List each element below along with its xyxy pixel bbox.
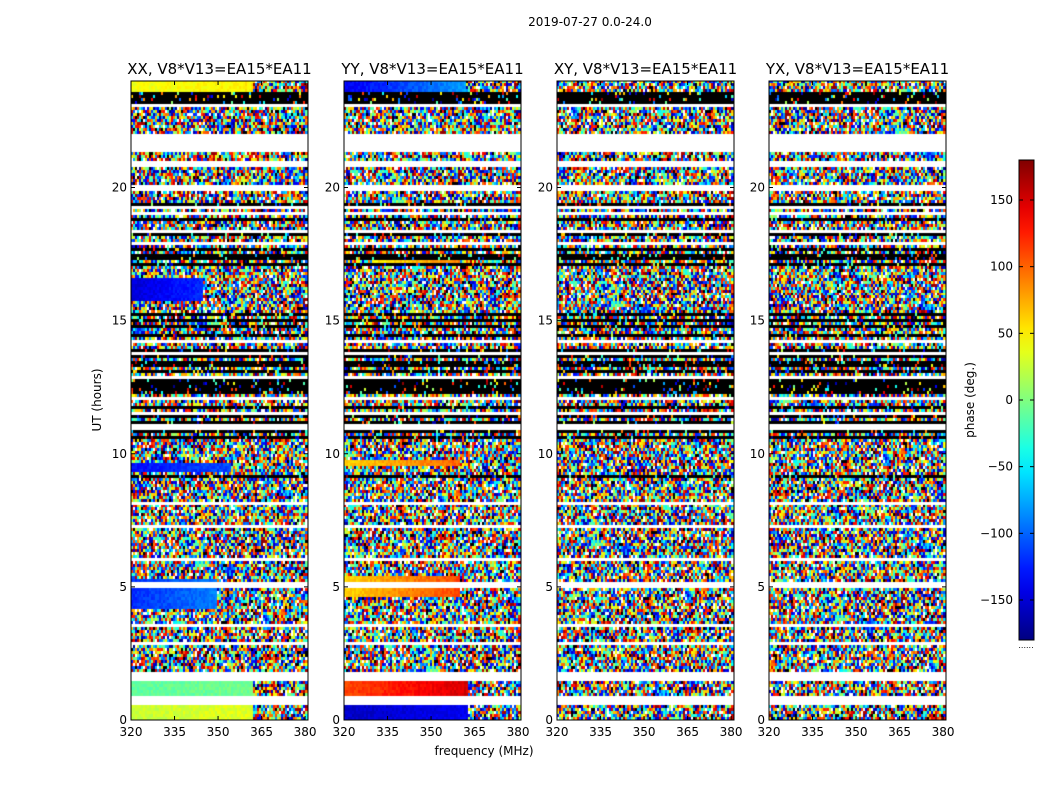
- y-tick-label: 20: [112, 181, 127, 195]
- colorbar-tick-label: 100: [990, 260, 1013, 274]
- y-tick-label: 5: [332, 580, 340, 594]
- y-tick-label: 10: [750, 447, 765, 461]
- colorbar-label: phase (deg.): [963, 362, 977, 438]
- y-tick-label: 20: [538, 181, 553, 195]
- colorbar-tick-label: 150: [990, 193, 1013, 207]
- figure-suptitle: 2019-07-27 0.0-24.0: [528, 15, 652, 29]
- x-tick-label: 365: [888, 725, 911, 739]
- panel-2-heatmap: [344, 81, 521, 720]
- x-tick-label: 335: [376, 725, 399, 739]
- y-tick-label: 20: [750, 181, 765, 195]
- colorbar-tick-label: −100: [980, 526, 1013, 540]
- y-tick-label: 5: [545, 580, 553, 594]
- panel-3: XY, V8*V13=EA15*EA11 320 335 350 365 380 0 5 10 1…: [538, 60, 743, 739]
- x-tick-label: 380: [294, 725, 317, 739]
- colorbar-tick-label: −150: [980, 593, 1013, 607]
- x-tick-label: 365: [463, 725, 486, 739]
- x-tick-label: 320: [120, 725, 143, 739]
- y-axis-label: UT (hours): [90, 368, 104, 431]
- x-tick-label: 320: [546, 725, 569, 739]
- y-tick-label: 10: [538, 447, 553, 461]
- y-tick-label: 15: [538, 314, 553, 328]
- panels-group: XX, V8*V13=EA15*EA11 320 335 350 365 380 0 5 10 1…: [112, 60, 955, 739]
- colorbar-tick-label: 50: [998, 326, 1013, 340]
- x-tick-label: 335: [801, 725, 824, 739]
- colorbar-tick-label: 0: [1005, 393, 1013, 407]
- colorbar: −150 −100 −50 0 50 100 150: [980, 159, 1035, 641]
- panel-1: XX, V8*V13=EA15*EA11 320 335 350 365 380 0 5 10 1…: [112, 60, 317, 739]
- y-tick-label: 0: [545, 713, 553, 727]
- panel-3-heatmap: [557, 81, 734, 720]
- y-tick-label: 15: [325, 314, 340, 328]
- x-axis-label: frequency (MHz): [434, 744, 533, 758]
- y-tick-label: 10: [112, 447, 127, 461]
- y-tick-label: 5: [757, 580, 765, 594]
- x-tick-label: 380: [507, 725, 530, 739]
- y-tick-label: 5: [119, 580, 127, 594]
- x-tick-label: 335: [589, 725, 612, 739]
- panel-1-heatmap: [131, 81, 308, 720]
- y-tick-label: 0: [757, 713, 765, 727]
- y-tick-label: 10: [325, 447, 340, 461]
- x-tick-label: 320: [333, 725, 356, 739]
- x-tick-label: 350: [845, 725, 868, 739]
- x-tick-label: 350: [207, 725, 230, 739]
- panel-4-title: YX, V8*V13=EA15*EA11: [765, 60, 949, 78]
- x-tick-label: 380: [720, 725, 743, 739]
- x-tick-label: 380: [932, 725, 955, 739]
- y-tick-label: 0: [332, 713, 340, 727]
- y-tick-label: 20: [325, 181, 340, 195]
- x-tick-label: 320: [758, 725, 781, 739]
- y-tick-label: 15: [112, 314, 127, 328]
- colorbar-tick-label: −50: [988, 460, 1013, 474]
- panel-4: YX, V8*V13=EA15*EA11 320 335 350 365 380 0 5 10 1…: [750, 60, 955, 739]
- figure: 2019-07-27 0.0-24.0 XX, V8*V13=EA15*EA11…: [90, 15, 1035, 758]
- y-tick-label: 15: [750, 314, 765, 328]
- panel-3-title: XY, V8*V13=EA15*EA11: [554, 60, 737, 78]
- panel-2: YY, V8*V13=EA15*EA11 320 335 350 365 380 0 5 10 1…: [325, 60, 530, 739]
- colorbar-footer: ......: [1018, 641, 1033, 650]
- panel-1-title: XX, V8*V13=EA15*EA11: [127, 60, 311, 78]
- x-tick-label: 350: [633, 725, 656, 739]
- panel-2-title: YY, V8*V13=EA15*EA11: [340, 60, 523, 78]
- x-tick-label: 365: [676, 725, 699, 739]
- y-tick-label: 0: [119, 713, 127, 727]
- x-tick-label: 335: [163, 725, 186, 739]
- panel-4-heatmap: [769, 81, 946, 720]
- x-tick-label: 365: [250, 725, 273, 739]
- x-tick-label: 350: [420, 725, 443, 739]
